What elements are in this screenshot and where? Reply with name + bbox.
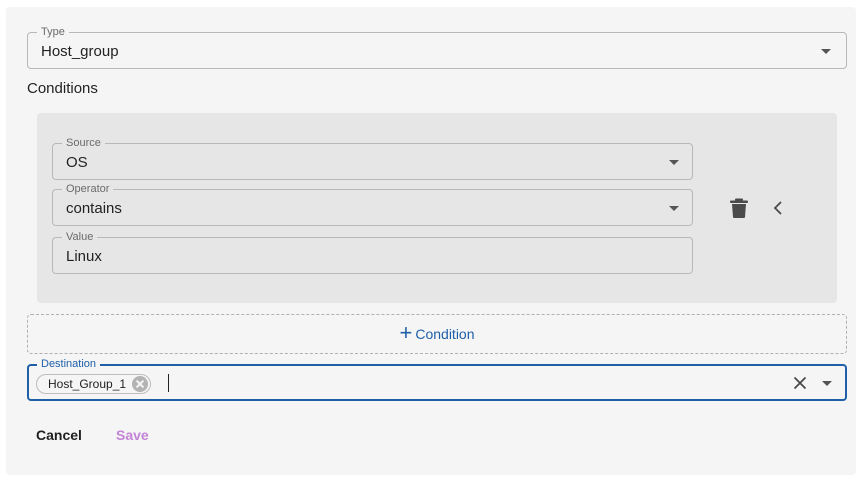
chip-remove-icon[interactable]: [132, 376, 149, 392]
add-condition-label: Condition: [415, 326, 475, 342]
operator-label: Operator: [62, 182, 114, 196]
conditions-heading: Conditions: [27, 80, 98, 97]
text-cursor: [168, 374, 169, 392]
cancel-button[interactable]: Cancel: [36, 427, 82, 443]
caret-down-icon[interactable]: [821, 49, 831, 54]
clear-icon[interactable]: [793, 376, 807, 390]
destination-autocomplete[interactable]: Destination Host_Group_1: [27, 357, 847, 401]
plus-icon: +: [399, 320, 413, 345]
chip-label: Host_Group_1: [48, 377, 127, 391]
type-value: Host_group: [41, 43, 119, 60]
destination-chip[interactable]: Host_Group_1: [36, 374, 152, 394]
source-select[interactable]: Source OS: [52, 136, 693, 180]
caret-down-icon[interactable]: [669, 160, 679, 165]
value-text: Linux: [66, 248, 102, 265]
value-label: Value: [62, 230, 98, 244]
chevron-left-icon[interactable]: [771, 200, 785, 216]
trash-icon[interactable]: [730, 198, 748, 218]
caret-down-icon[interactable]: [669, 206, 679, 211]
operator-value: contains: [66, 200, 122, 217]
condition-card: Source OS Operator contains Value Linux: [37, 113, 837, 303]
operator-select[interactable]: Operator contains: [52, 182, 693, 226]
type-label: Type: [37, 25, 69, 39]
add-condition-button[interactable]: + Condition: [27, 314, 847, 354]
destination-label: Destination: [37, 357, 101, 371]
save-button[interactable]: Save: [116, 427, 149, 443]
caret-down-icon[interactable]: [822, 381, 832, 386]
source-value: OS: [66, 154, 88, 171]
source-label: Source: [62, 136, 105, 150]
value-input[interactable]: Value Linux: [52, 230, 693, 274]
type-select[interactable]: Type Host_group: [27, 25, 847, 69]
rule-form-panel: Type Host_group Conditions Source OS Ope…: [6, 7, 856, 475]
